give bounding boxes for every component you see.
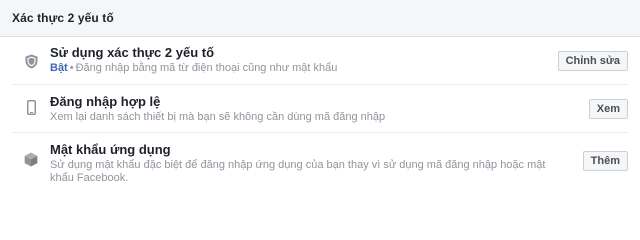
setting-title: Sử dụng xác thực 2 yếu tố [50, 45, 215, 60]
setting-row-app-passwords: Mật khẩu ứng dụng Sử dụng mật khẩu đặc b… [12, 133, 628, 195]
setting-row-two-factor: Sử dụng xác thực 2 yếu tố Bật • Đăng nhập … [12, 37, 628, 85]
phone-icon [26, 100, 36, 120]
edit-button[interactable]: Chỉnh sửa [557, 51, 628, 71]
shield-icon [25, 54, 38, 74]
row-icon-cell [12, 37, 50, 74]
row-icon-cell [12, 133, 50, 172]
two-factor-auth-panel: Xác thực 2 yếu tố Sử dụng xác thực 2 yếu… [0, 0, 640, 200]
settings-list: Sử dụng xác thực 2 yếu tố Bật • Đăng nhập … [0, 37, 640, 195]
separator: • [69, 62, 74, 74]
add-button[interactable]: Thêm [582, 151, 628, 171]
row-action: Thêm [573, 133, 628, 171]
section-title: Xác thực 2 yếu tố [12, 11, 114, 25]
row-action: Xem [579, 85, 628, 119]
row-text: Đăng nhập hợp lệ Xem lại danh sách thiết… [50, 85, 579, 124]
section-header: Xác thực 2 yếu tố [0, 0, 640, 37]
setting-row-authorized-logins: Đăng nhập hợp lệ Xem lại danh sách thiết… [12, 85, 628, 133]
view-button[interactable]: Xem [588, 99, 628, 119]
setting-description-text: Đăng nhập bằng mã từ điện thoại cũng như… [75, 62, 338, 74]
setting-description: Bật • Đăng nhập bằng mã từ điện thoại cũng… [50, 62, 548, 75]
status-badge: Bật [50, 62, 68, 74]
setting-title: Đăng nhập hợp lệ [50, 94, 161, 109]
row-text: Sử dụng xác thực 2 yếu tố Bật • Đăng nhập … [50, 37, 548, 75]
row-icon-cell [12, 85, 50, 120]
cube-icon [24, 152, 38, 172]
row-text: Mật khẩu ứng dụng Sử dụng mật khẩu đặc b… [50, 133, 573, 185]
row-action: Chỉnh sửa [548, 37, 628, 71]
setting-description: Xem lại danh sách thiết bị mà bạn sẽ khô… [50, 111, 386, 123]
setting-description: Sử dụng mật khẩu đặc biệt để đăng nhập ứ… [50, 159, 546, 184]
setting-title: Mật khẩu ứng dụng [50, 142, 171, 157]
